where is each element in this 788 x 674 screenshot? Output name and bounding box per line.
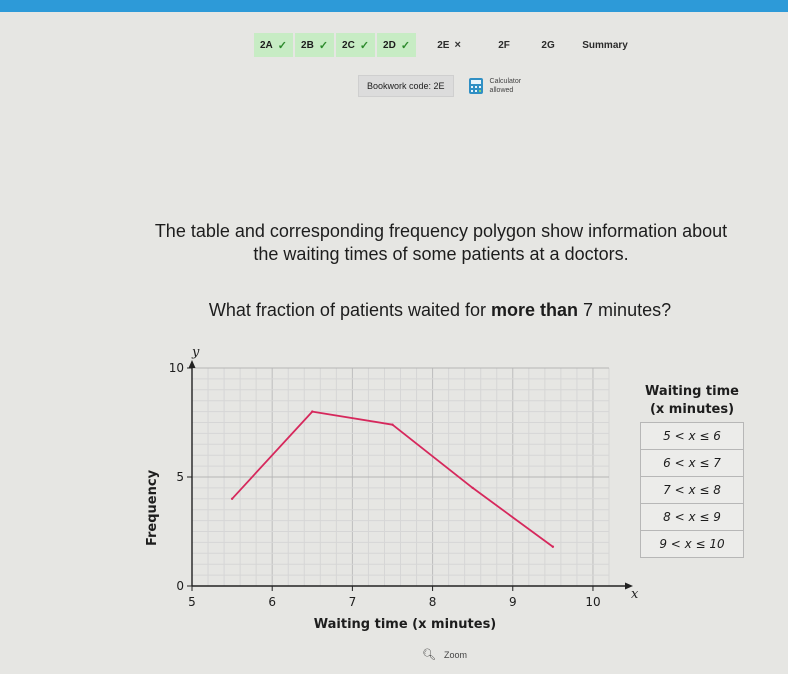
bookwork-bar: Bookwork code: 2E Calculator allowed: [358, 74, 521, 98]
table-row: 5 < x ≤ 6: [640, 422, 744, 450]
question-ask: What fraction of patients waited for mor…: [208, 300, 672, 320]
tab-2g[interactable]: 2G: [528, 33, 568, 57]
frequency-polygon-chart: 5 6 7 8 9 100510 Frequency Waiting time (x mi…: [145, 345, 639, 632]
search-icon: 🔍︎: [422, 649, 436, 661]
tab-2a[interactable]: 2A ✓: [254, 33, 294, 57]
y-tick-label: 5: [176, 470, 184, 484]
check-icon: ✓: [318, 39, 329, 52]
data-point: [471, 486, 474, 490]
frequency-series: [230, 410, 555, 548]
y-tick-label: 0: [176, 579, 184, 593]
zoom-button[interactable]: 🔍︎ Zoom: [422, 648, 467, 661]
y-axis-arrow: [188, 360, 196, 368]
tab-2e[interactable]: 2E ×: [418, 33, 480, 57]
x-tick-label: 6: [268, 595, 276, 609]
data-point: [551, 545, 555, 548]
tab-2d[interactable]: 2D ✓: [377, 33, 417, 57]
question-text: The table and corresponding frequency po…: [154, 221, 728, 264]
table-row: 6 < x ≤ 7: [640, 449, 744, 477]
calculator-icon: [468, 78, 483, 94]
tab-2c[interactable]: 2C ✓: [336, 33, 376, 57]
chart-grid: [191, 367, 610, 587]
x-tick-label: 9: [509, 595, 517, 609]
y-axis-label: Frequency: [145, 469, 160, 546]
data-point: [391, 423, 394, 426]
calculator-allowed: Calculator allowed: [489, 78, 522, 94]
table-row: 8 < x ≤ 9: [640, 503, 744, 531]
check-icon: ✓: [400, 39, 411, 52]
x-tick-label: 8: [429, 595, 437, 609]
frequency-polygon-line: [231, 410, 554, 548]
data-point: [311, 410, 314, 413]
bookwork-code: Bookwork code: 2E: [358, 75, 454, 97]
tab-2f[interactable]: 2F: [482, 33, 526, 57]
cross-icon: ×: [454, 39, 461, 51]
table-row: 7 < x ≤ 8: [640, 476, 744, 504]
check-icon: ✓: [277, 39, 288, 52]
x-tick-label: 7: [349, 595, 357, 609]
y-tick-label: 10: [169, 361, 184, 375]
tab-2b[interactable]: 2B ✓: [295, 33, 335, 57]
x-axis-symbol: x: [631, 587, 639, 602]
task-tabs: 2A ✓ 2B ✓ 2C ✓ 2D ✓ 2E × 2F 2G Summary: [254, 30, 642, 60]
top-bar: [0, 0, 788, 12]
y-axis-symbol: y: [191, 345, 200, 360]
x-axis-label: Waiting time (x minutes): [314, 617, 497, 632]
x-tick-label: 5: [188, 595, 196, 609]
data-point: [230, 497, 234, 500]
check-icon: ✓: [359, 39, 370, 52]
table-row: 9 < x ≤ 10: [640, 530, 744, 558]
tab-summary[interactable]: Summary: [570, 33, 640, 57]
waiting-time-table: Waiting time (x minutes) 5 < x ≤ 6 6 < x …: [640, 383, 744, 558]
table-header: Waiting time (x minutes): [645, 384, 739, 417]
x-tick-label: 10: [585, 595, 600, 609]
